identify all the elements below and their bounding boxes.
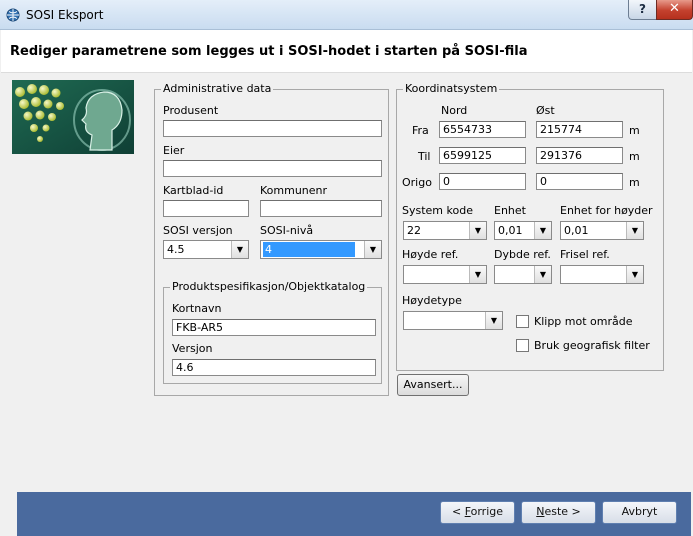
origo-unit: m [629, 176, 640, 189]
forrige-rest: orrige [470, 505, 504, 518]
forrige-prefix: < [451, 505, 465, 518]
fra-ost-input[interactable]: 215774 [536, 121, 623, 138]
sosi-versjon-value: 4.5 [167, 243, 185, 256]
avbryt-button[interactable]: Avbryt [602, 501, 677, 524]
fra-unit: m [629, 124, 640, 137]
system-kode-value: 22 [407, 224, 421, 237]
help-button[interactable]: ? [628, 0, 657, 20]
produsent-label: Produsent [163, 104, 219, 117]
dybde-ref-select[interactable]: ▼ [494, 265, 552, 284]
frisel-ref-label: Frisel ref. [560, 248, 610, 261]
til-ost-input[interactable]: 291376 [536, 147, 623, 164]
kortnavn-label: Kortnavn [172, 302, 222, 315]
enhet-value: 0,01 [498, 224, 523, 237]
kortnavn-input[interactable]: FKB-AR5 [172, 319, 376, 336]
admin-data-legend: Administrative data [161, 82, 274, 95]
chevron-down-icon[interactable]: ▼ [626, 266, 643, 283]
close-button[interactable]: ✕ [656, 0, 693, 20]
neste-rest: este > [544, 505, 581, 518]
chevron-down-icon[interactable]: ▼ [626, 222, 643, 239]
chevron-down-icon[interactable]: ▼ [485, 312, 502, 329]
til-label: Til [418, 150, 431, 163]
chevron-down-icon[interactable]: ▼ [534, 266, 551, 283]
enhet-hoyder-label: Enhet for høyder [560, 204, 653, 217]
sosi-logo-image [12, 80, 134, 154]
sosi-niva-value: 4 [263, 242, 355, 257]
geo-filter-label[interactable]: Bruk geografisk filter [534, 339, 650, 352]
ost-label: Øst [536, 104, 555, 117]
versjon-label: Versjon [172, 342, 213, 355]
origo-label: Origo [402, 176, 432, 189]
hoyde-ref-label: Høyde ref. [402, 248, 459, 261]
window-title: SOSI Eksport [26, 8, 104, 22]
system-kode-select[interactable]: 22 ▼ [403, 221, 487, 240]
versjon-input[interactable]: 4.6 [172, 359, 376, 376]
sosi-niva-label: SOSI-nivå [260, 224, 314, 237]
hoydetype-label: Høydetype [402, 294, 462, 307]
fra-label: Fra [412, 124, 429, 137]
nord-label: Nord [441, 104, 468, 117]
neste-button[interactable]: Neste > [521, 501, 596, 524]
til-nord-input[interactable]: 6599125 [439, 147, 526, 164]
kommunenr-label: Kommunenr [260, 184, 328, 197]
fra-nord-input[interactable]: 6554733 [439, 121, 526, 138]
chevron-down-icon[interactable]: ▼ [231, 241, 248, 258]
enhet-label: Enhet [494, 204, 526, 217]
app-globe-icon [6, 8, 20, 22]
sosi-niva-select[interactable]: 4 ▼ [260, 240, 382, 259]
eier-label: Eier [163, 144, 185, 157]
hoydetype-select[interactable]: ▼ [403, 311, 503, 330]
enhet-hoyder-value: 0,01 [564, 224, 589, 237]
kommunenr-input[interactable] [260, 200, 382, 217]
title-bar [0, 0, 693, 30]
klipp-label[interactable]: Klipp mot område [534, 315, 633, 328]
sosi-versjon-select[interactable]: 4.5 ▼ [163, 240, 249, 259]
origo-nord-input[interactable]: 0 [439, 173, 526, 190]
dybde-ref-label: Dybde ref. [494, 248, 551, 261]
chevron-down-icon[interactable]: ▼ [534, 222, 551, 239]
origo-ost-input[interactable]: 0 [536, 173, 623, 190]
hoyde-ref-select[interactable]: ▼ [403, 265, 487, 284]
chevron-down-icon[interactable]: ▼ [469, 266, 486, 283]
kartblad-label: Kartblad-id [163, 184, 224, 197]
forrige-button[interactable]: < Forrige [440, 501, 515, 524]
produsent-input[interactable] [163, 120, 382, 137]
produkt-legend: Produktspesifikasjon/Objektkatalog [170, 280, 368, 293]
frisel-ref-select[interactable]: ▼ [560, 265, 644, 284]
page-heading: Rediger parametrene som legges ut i SOSI… [10, 44, 528, 59]
kartblad-input[interactable] [163, 200, 249, 217]
klipp-checkbox[interactable] [516, 315, 529, 328]
til-unit: m [629, 150, 640, 163]
eier-input[interactable] [163, 160, 382, 177]
geo-filter-checkbox[interactable] [516, 339, 529, 352]
koordinatsystem-legend: Koordinatsystem [403, 82, 500, 95]
chevron-down-icon[interactable]: ▼ [469, 222, 486, 239]
sosi-versjon-label: SOSI versjon [163, 224, 233, 237]
avansert-button[interactable]: Avansert... [397, 374, 469, 396]
enhet-hoyder-select[interactable]: 0,01 ▼ [560, 221, 644, 240]
system-kode-label: System kode [402, 204, 473, 217]
enhet-select[interactable]: 0,01 ▼ [494, 221, 552, 240]
chevron-down-icon[interactable]: ▼ [364, 241, 381, 258]
